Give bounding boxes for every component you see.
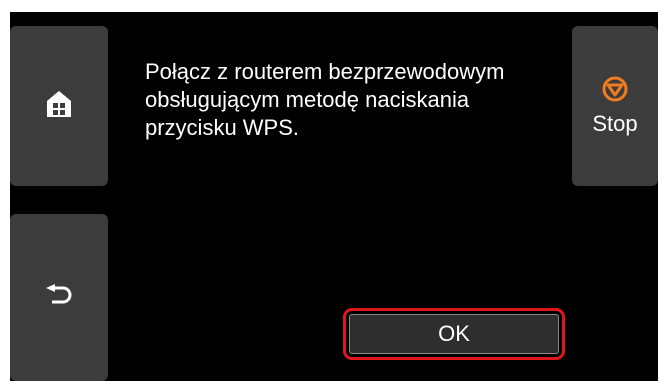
stop-button[interactable]: Stop (572, 26, 658, 186)
home-icon (46, 90, 72, 123)
ok-button[interactable]: OK (349, 314, 559, 354)
back-button[interactable] (10, 214, 108, 381)
stop-icon (602, 76, 628, 107)
back-arrow-icon (45, 284, 73, 311)
stop-label: Stop (592, 110, 638, 136)
printer-touch-screen: Stop Połącz z routerem bezprzewodowym ob… (10, 12, 658, 381)
ok-label: OK (438, 321, 470, 346)
home-button[interactable] (10, 26, 108, 186)
instruction-message: Połącz z routerem bezprzewodowym obsługu… (145, 59, 505, 140)
